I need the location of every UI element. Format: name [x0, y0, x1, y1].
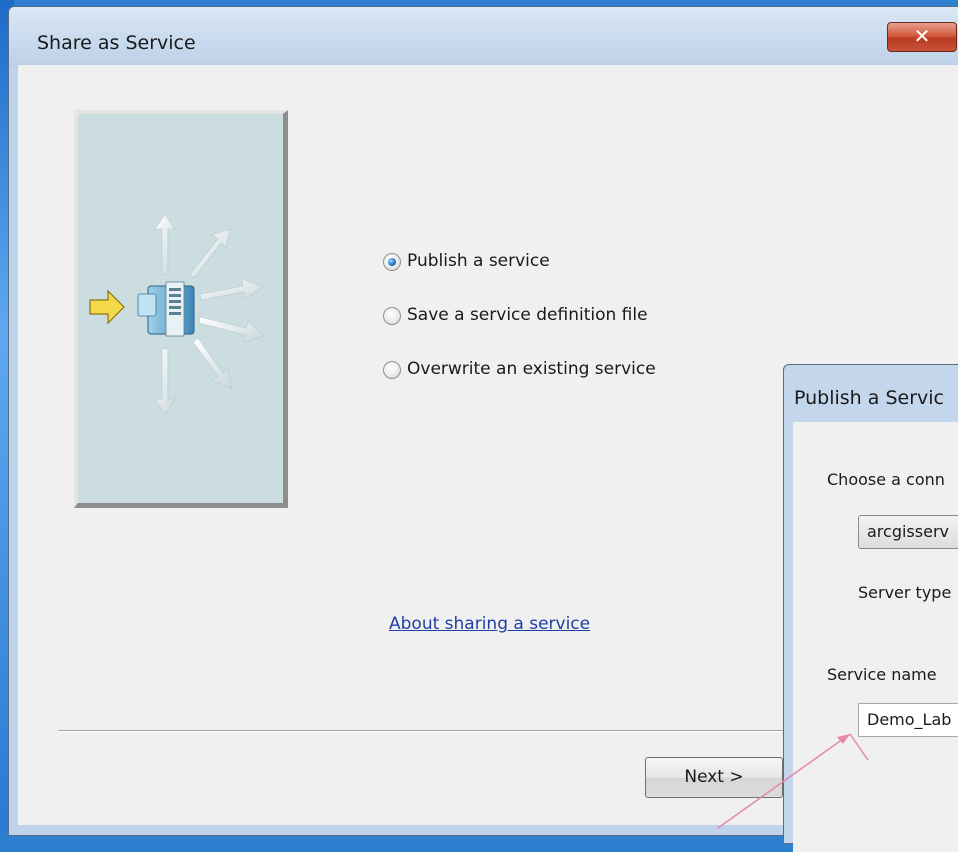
radio-overwrite-service[interactable] [383, 361, 401, 379]
radio-save-definition[interactable] [383, 307, 401, 325]
radio-publish-service[interactable] [383, 253, 401, 271]
service-name-label: Service name [827, 665, 937, 684]
dialog-titlebar: Share as Service ✕ [9, 7, 958, 69]
connection-dropdown[interactable]: arcgisserv [858, 515, 958, 549]
option-label: Save a service definition file [407, 305, 648, 325]
service-name-input[interactable]: Demo_Lab [858, 703, 958, 737]
option-label: Publish a service [407, 251, 550, 271]
option-label: Overwrite an existing service [407, 359, 656, 379]
share-service-illustration [74, 110, 288, 508]
close-icon: ✕ [913, 24, 931, 48]
server-broadcast-icon [89, 213, 265, 415]
publish-service-dialog: Publish a Servic Choose a conn arcgisser… [783, 364, 958, 852]
option-publish-service[interactable]: Publish a service [383, 250, 803, 274]
server-type-label: Server type [858, 583, 952, 602]
option-save-definition[interactable]: Save a service definition file [383, 304, 803, 328]
dialog-title: Share as Service [37, 32, 196, 54]
divider [58, 730, 798, 732]
next-button[interactable]: Next > [645, 757, 783, 798]
about-sharing-link[interactable]: About sharing a service [389, 614, 590, 634]
choose-connection-label: Choose a conn [827, 470, 945, 489]
close-button[interactable]: ✕ [887, 22, 957, 52]
publish-dialog-title: Publish a Servic [794, 387, 944, 409]
option-overwrite-service[interactable]: Overwrite an existing service [383, 358, 803, 382]
